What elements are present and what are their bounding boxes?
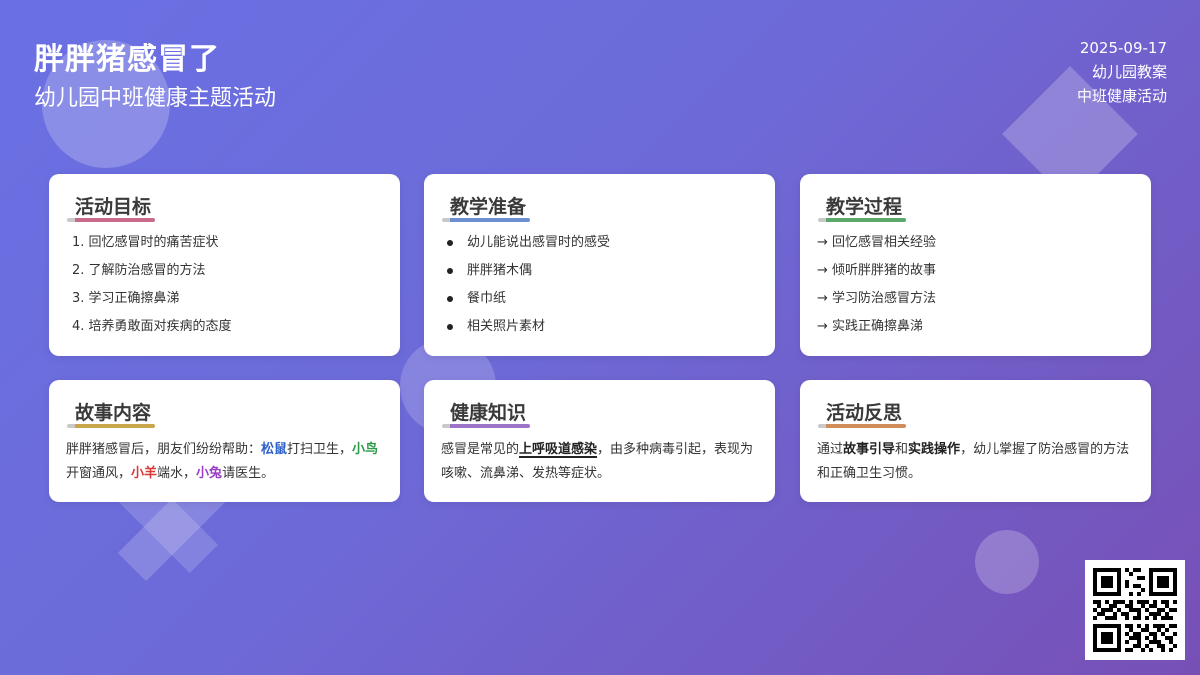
list-item-label: 餐巾纸 [467, 291, 507, 306]
bullet-icon [447, 324, 453, 330]
qr-code-icon [1085, 560, 1185, 660]
list-item-label: 相关照片素材 [467, 319, 546, 334]
text-span: 请医生。 [222, 466, 275, 481]
text-span: 感冒是常见的 [441, 442, 520, 457]
card-story: 故事内容 胖胖猪感冒后，朋友们纷纷帮助：松鼠打扫卫生，小鸟开窗通风，小羊端水，小… [49, 380, 400, 502]
card-title: 教学过程 [826, 196, 903, 218]
card-title: 活动目标 [75, 196, 152, 218]
text-span: 端水， [157, 466, 197, 481]
character-rabbit: 小兔 [196, 466, 223, 481]
text-span: 胖胖猪感冒后，朋友们纷纷帮助： [66, 442, 262, 457]
page-subtitle: 幼儿园中班健康主题活动 [34, 86, 277, 111]
process-list: → 回忆感冒相关经验 → 倾听胖胖猪的故事 → 学习防治感冒方法 → 实践正确擦… [817, 232, 1133, 344]
slide: 胖胖猪感冒了 幼儿园中班健康主题活动 2025-09-17 幼儿园教案 中班健康… [0, 0, 1200, 675]
qr-code-graphic [1093, 568, 1177, 652]
card-title: 教学准备 [450, 196, 527, 218]
list-item: 胖胖猪木偶 [447, 260, 757, 288]
card-knowledge: 健康知识 感冒是常见的上呼吸道感染，由多种病毒引起，表现为咳嗽、流鼻涕、发热等症… [424, 380, 775, 502]
meta-date: 2025-09-17 [1079, 39, 1167, 57]
character-squirrel: 松鼠 [261, 442, 288, 457]
list-item-label: 胖胖猪木偶 [467, 263, 533, 278]
list-item: → 回忆感冒相关经验 [817, 235, 937, 250]
list-item: 4. 培养勇敢面对疾病的态度 [72, 319, 232, 334]
knowledge-text: 感冒是常见的上呼吸道感染，由多种病毒引起，表现为咳嗽、流鼻涕、发热等症状。 [441, 438, 755, 486]
card-goals: 活动目标 1. 回忆感冒时的痛苦症状 2. 了解防治感冒的方法 3. 学习正确擦… [49, 174, 400, 356]
list-item: 餐巾纸 [447, 288, 757, 316]
card-preparation: 教学准备 幼儿能说出感冒时的感受 胖胖猪木偶 餐巾纸 相关照片素材 [424, 174, 775, 356]
card-title: 健康知识 [450, 402, 527, 424]
goals-list: 1. 回忆感冒时的痛苦症状 2. 了解防治感冒的方法 3. 学习正确擦鼻涕 4.… [72, 232, 382, 344]
card-reflection: 活动反思 通过故事引导和实践操作，幼儿掌握了防治感冒的方法和正确卫生习惯。 [800, 380, 1151, 502]
list-item: 3. 学习正确擦鼻涕 [72, 291, 180, 306]
text-span: 打扫卫生， [287, 442, 353, 457]
character-bird: 小鸟 [352, 442, 379, 457]
meta-type: 幼儿园教案 [1091, 63, 1167, 81]
list-item: → 实践正确擦鼻涕 [817, 319, 924, 334]
list-item: → 学习防治感冒方法 [817, 291, 937, 306]
text-span: 开窗通风， [66, 466, 132, 481]
list-item: 1. 回忆感冒时的痛苦症状 [72, 235, 219, 250]
story-text: 胖胖猪感冒后，朋友们纷纷帮助：松鼠打扫卫生，小鸟开窗通风，小羊端水，小兔请医生。 [66, 438, 380, 486]
list-item: 幼儿能说出感冒时的感受 [447, 232, 757, 260]
bullet-icon [447, 268, 453, 274]
meta-category: 中班健康活动 [1076, 87, 1167, 105]
prep-list: 幼儿能说出感冒时的感受 胖胖猪木偶 餐巾纸 相关照片素材 [447, 232, 757, 344]
character-sheep: 小羊 [131, 466, 158, 481]
bullet-icon [447, 296, 453, 302]
card-process: 教学过程 → 回忆感冒相关经验 → 倾听胖胖猪的故事 → 学习防治感冒方法 → … [800, 174, 1151, 356]
key-term: 故事引导 [843, 442, 896, 457]
page-title: 胖胖猪感冒了 [34, 42, 220, 77]
list-item: 2. 了解防治感冒的方法 [72, 263, 206, 278]
text-span: 和 [895, 442, 909, 457]
bullet-icon [447, 240, 453, 246]
key-term: 上呼吸道感染 [519, 442, 598, 457]
card-title: 活动反思 [826, 402, 903, 424]
list-item-label: 幼儿能说出感冒时的感受 [467, 235, 611, 250]
key-term: 实践操作 [908, 442, 961, 457]
card-title: 故事内容 [75, 402, 152, 424]
decor-circle [975, 530, 1039, 594]
reflection-text: 通过故事引导和实践操作，幼儿掌握了防治感冒的方法和正确卫生习惯。 [817, 438, 1131, 486]
meta-info: 2025-09-17 幼儿园教案 中班健康活动 [1077, 36, 1167, 108]
list-item: → 倾听胖胖猪的故事 [817, 263, 937, 278]
list-item: 相关照片素材 [447, 316, 757, 344]
text-span: 通过 [817, 442, 844, 457]
